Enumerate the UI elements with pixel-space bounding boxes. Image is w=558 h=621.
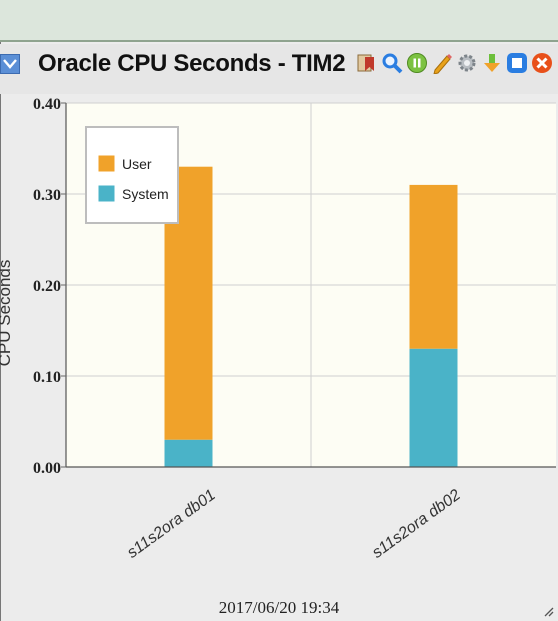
bar-system-1[interactable]	[164, 439, 213, 467]
timestamp: 2017/06/20 19:34	[218, 598, 340, 617]
y-axis-label: CPU Seconds	[0, 260, 14, 367]
bar-system-2[interactable]	[409, 348, 458, 467]
x-tick-label: s11s2ora db01	[124, 486, 219, 561]
x-tick-label: s11s2ora db02	[369, 486, 464, 561]
bar-user-2[interactable]	[409, 184, 458, 349]
legend: User System	[85, 126, 179, 224]
y-tick-label: 0.20	[33, 278, 61, 295]
legend-swatch-system	[97, 184, 116, 203]
resize-grip-icon[interactable]	[542, 605, 554, 617]
legend-label-system[interactable]: System	[122, 186, 169, 202]
stacked-bar-chart: 0.00 0.10 0.20 0.30 0.40 s11s2ora db01 s11s2o…	[0, 96, 556, 562]
y-tick-label: 0.40	[33, 96, 61, 113]
y-tick-label: 0.00	[33, 460, 61, 477]
y-tick-label: 0.30	[33, 187, 61, 204]
legend-swatch-user	[97, 154, 116, 173]
legend-label-user[interactable]: User	[122, 156, 152, 172]
y-tick-label: 0.10	[33, 369, 61, 386]
